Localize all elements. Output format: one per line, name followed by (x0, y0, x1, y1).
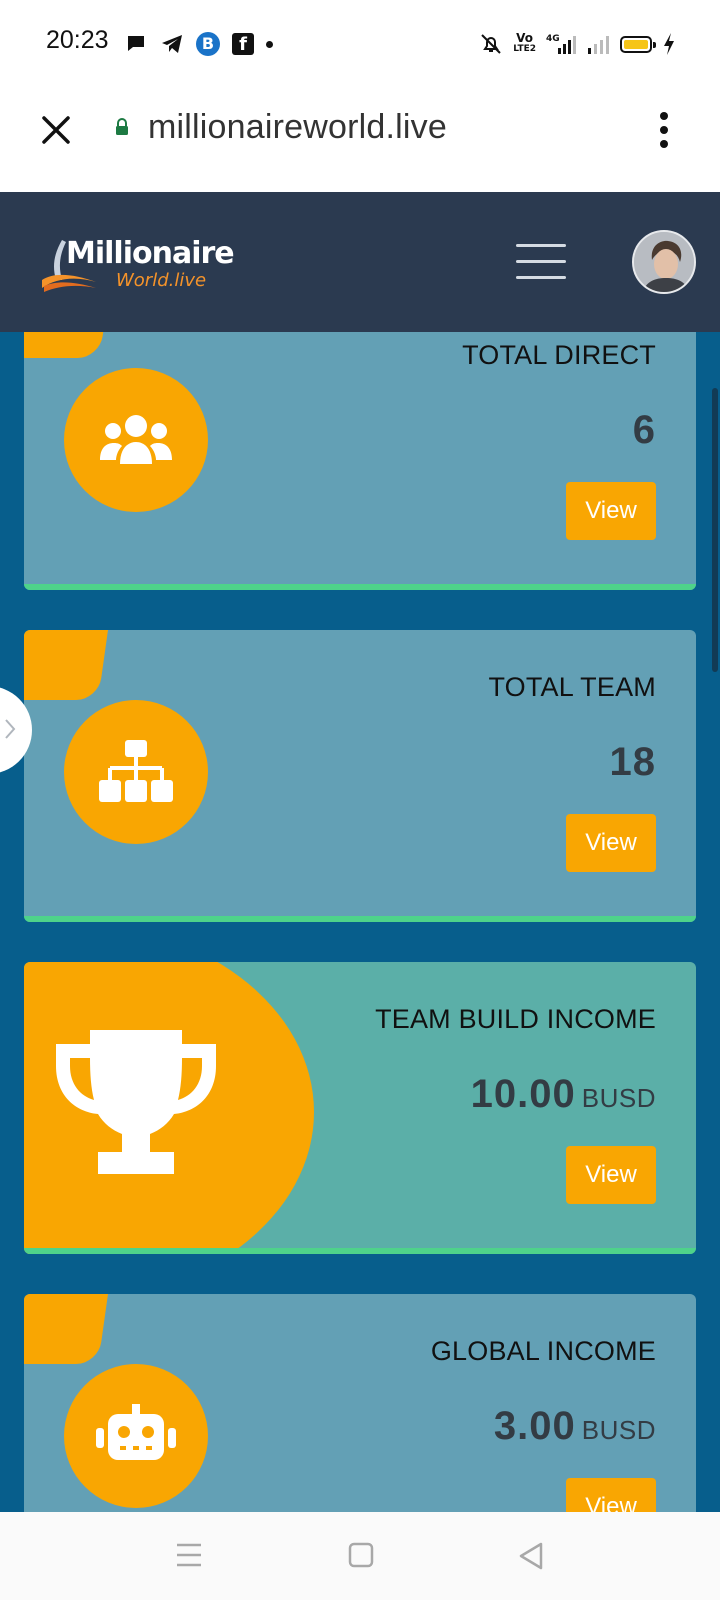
avatar[interactable] (632, 230, 696, 294)
view-button-total-direct[interactable]: View (566, 482, 656, 540)
muted-bell-icon (481, 34, 501, 54)
org-chart-icon (99, 740, 173, 802)
volte-indicator: Vo LTE2 (513, 31, 536, 54)
card-title: TOTAL DIRECT (462, 340, 656, 370)
stat-card-total-direct: TOTAL DIRECT 6 View (24, 332, 696, 590)
back-triangle-icon[interactable] (518, 1542, 544, 1570)
lock-icon (116, 118, 128, 135)
card-value-number: 18 (609, 740, 656, 784)
logo-text-main: Millionaire (66, 236, 235, 271)
card-icon-circle (64, 368, 208, 512)
facebook-icon: f (232, 33, 254, 55)
url-text[interactable]: millionaireworld.live (148, 108, 447, 147)
trophy-icon (56, 1030, 216, 1174)
logo-text-sub: World.live (116, 270, 207, 291)
dashboard-content: TOTAL DIRECT 6 View TOTAL TEAM 18 View T… (0, 332, 720, 1512)
card-value: 3.00 BUSD (494, 1404, 656, 1449)
status-bar: 20:23 B f Vo LTE2 4G (0, 0, 720, 88)
card-value-unit: BUSD (581, 1083, 656, 1113)
status-left-icons: B f (124, 30, 273, 58)
stat-card-team-build-income: TEAM BUILD INCOME 10.00 BUSD View (24, 962, 696, 1254)
page-scrollbar[interactable] (712, 388, 718, 672)
card-value-number: 10.00 (470, 1072, 576, 1116)
view-button-global-income[interactable]: View (566, 1478, 656, 1512)
card-icon-circle (64, 700, 208, 844)
status-right-icons: Vo LTE2 4G (479, 30, 676, 58)
stat-card-total-team: TOTAL TEAM 18 View (24, 630, 696, 922)
more-options-icon[interactable] (654, 110, 674, 150)
site-logo[interactable]: Millionaire World.live (40, 236, 240, 292)
hamburger-menu-icon[interactable] (516, 244, 568, 279)
menu-lines-icon[interactable] (176, 1542, 202, 1568)
notification-dot-icon (266, 40, 273, 48)
user-photo-icon (634, 232, 694, 292)
telegram-icon (162, 35, 182, 53)
stat-card-global-income: GLOBAL INCOME 3.00 BUSD View (24, 1294, 696, 1512)
status-time: 20:23 (46, 26, 109, 54)
view-button-total-team[interactable]: View (566, 814, 656, 872)
card-title: TOTAL TEAM (488, 672, 656, 702)
card-corner-shape (24, 630, 109, 700)
site-header: Millionaire World.live (0, 192, 720, 332)
card-value: 6 (633, 408, 656, 453)
b-app-icon: B (196, 32, 220, 56)
robot-icon (96, 1404, 176, 1460)
card-icon-circle (64, 1364, 208, 1508)
card-corner-shape (24, 332, 108, 358)
battery-fill (624, 39, 648, 49)
svg-text:4G: 4G (546, 34, 560, 44)
card-value: 10.00 BUSD (471, 1072, 656, 1117)
card-value-number: 3.00 (493, 1404, 576, 1448)
signal-bars-icon (588, 36, 609, 54)
card-value-number: 6 (632, 408, 656, 452)
battery-icon (620, 35, 656, 53)
users-group-icon (100, 415, 172, 464)
card-title: GLOBAL INCOME (430, 1336, 656, 1366)
system-nav-bar (0, 1512, 720, 1600)
close-icon[interactable] (36, 110, 76, 150)
home-square-icon[interactable] (348, 1542, 374, 1568)
signal-4g-icon: 4G (546, 34, 576, 54)
charging-bolt-icon (664, 33, 674, 55)
view-button-team-build-income[interactable]: View (566, 1146, 656, 1204)
card-corner-shape (24, 1294, 109, 1364)
card-title: TEAM BUILD INCOME (375, 1004, 656, 1034)
card-value: 18 (610, 740, 657, 785)
browser-toolbar: millionaireworld.live (0, 88, 720, 192)
chevron-right-icon (5, 719, 16, 739)
card-value-unit: BUSD (581, 1415, 656, 1445)
chat-bubble-icon (128, 36, 144, 51)
